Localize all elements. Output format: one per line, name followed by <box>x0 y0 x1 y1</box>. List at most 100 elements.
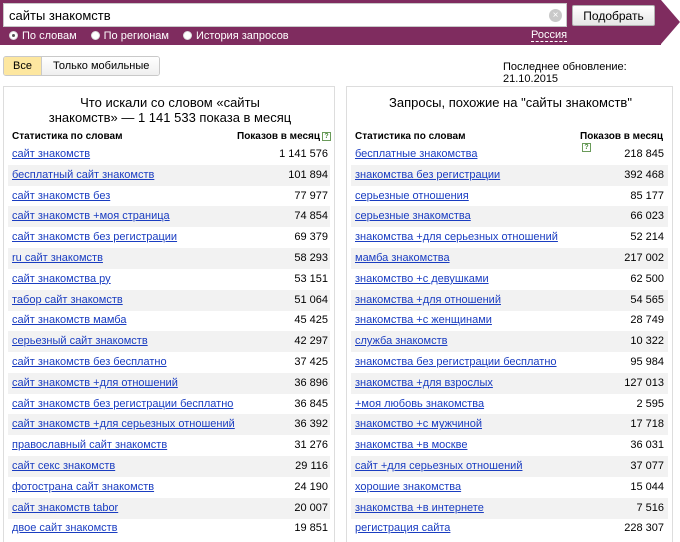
shows-count: 54 565 <box>630 293 664 306</box>
keyword-link[interactable]: сайт секс знакомств <box>12 460 115 472</box>
submit-button[interactable]: Подобрать <box>572 5 655 26</box>
table-row: серьезные отношения 85 177 <box>351 186 668 207</box>
keyword-link[interactable]: серьезные отношения <box>355 190 469 202</box>
keyword-link[interactable]: служба знакомств <box>355 335 447 347</box>
shows-count: 53 151 <box>294 272 328 285</box>
search-input[interactable] <box>9 7 539 24</box>
mode-history[interactable]: История запросов <box>183 30 289 42</box>
keyword-link[interactable]: серьезный сайт знакомств <box>12 335 148 347</box>
keyword-link[interactable]: сайт знакомств без <box>12 190 110 202</box>
similar-queries-panel: Запросы, похожие на "сайты знакомств" Ст… <box>346 86 673 542</box>
shows-count: 69 379 <box>294 231 328 244</box>
mode-by-words[interactable]: По словам <box>9 30 77 42</box>
table-row: ru сайт знакомств 58 293 <box>8 248 330 269</box>
keyword-link[interactable]: знакомства +для взрослых <box>355 377 493 389</box>
shows-count: 51 064 <box>294 293 328 306</box>
shows-count: 52 214 <box>630 231 664 244</box>
table-row: знакомства без регистрации 392 468 <box>351 164 668 186</box>
column-header-keyword: Статистика по словам <box>355 131 466 142</box>
shows-count: 17 718 <box>630 418 664 431</box>
keyword-link[interactable]: знакомство +с девушками <box>355 273 489 285</box>
shows-count: 36 896 <box>294 376 328 389</box>
table-row: табор сайт знакомств 51 064 <box>8 289 330 311</box>
table-row: знакомства без регистрации бесплатно 95 9… <box>351 352 668 373</box>
shows-count: 36 392 <box>294 418 328 431</box>
table-row: сайт знакомств +для отношений 36 896 <box>8 372 330 394</box>
column-header-label: Показов в месяц <box>580 131 664 142</box>
keyword-link[interactable]: знакомства без регистрации <box>355 169 500 181</box>
table-row: двое сайт знакомств 19 851 <box>8 518 330 539</box>
shows-count: 36 845 <box>294 397 328 410</box>
keyword-link[interactable]: знакомства +в москве <box>355 439 467 451</box>
shows-count: 10 322 <box>630 335 664 348</box>
table-row: знакомство +с девушками 62 500 <box>351 269 668 290</box>
keyword-link[interactable]: бесплатные знакомства <box>355 148 477 160</box>
shows-count: 218 845 <box>624 148 664 160</box>
panel-title-line: знакомств» — 1 141 533 показа в месяц <box>48 110 292 125</box>
table-row: служба знакомств 10 322 <box>351 331 668 353</box>
keyword-link[interactable]: сайт +для серьезных отношений <box>355 460 522 472</box>
shows-count: 2 595 <box>636 397 664 410</box>
keyword-link[interactable]: сайт знакомств без бесплатно <box>12 356 167 368</box>
keyword-link[interactable]: +моя любовь знакомства <box>355 398 484 410</box>
column-header-shows: Показов в месяц? <box>237 131 332 142</box>
column-header-label: Показов в месяц <box>237 131 321 142</box>
keyword-link[interactable]: бесплатный сайт знакомств <box>12 169 154 181</box>
mode-by-regions[interactable]: По регионам <box>90 30 169 42</box>
table-row: серьезные знакомства 66 023 <box>351 206 668 228</box>
words-panel: Что искали со словом «сайты знакомств» —… <box>3 86 335 542</box>
keyword-link[interactable]: знакомство +с мужчиной <box>355 418 482 430</box>
keyword-link[interactable]: православный сайт знакомств <box>12 439 167 451</box>
shows-count: 15 044 <box>630 480 664 493</box>
search-box: × <box>3 3 567 27</box>
shows-count: 62 500 <box>630 272 664 285</box>
keyword-link[interactable]: сайт знакомств мамба <box>12 314 126 326</box>
table-row: сайт знакомств +для серьезных отношений 3… <box>8 414 330 436</box>
region-link[interactable]: Россия <box>531 29 568 42</box>
shows-count: 45 425 <box>294 314 328 327</box>
keyword-link[interactable]: хорошие знакомства <box>355 481 461 493</box>
keyword-link[interactable]: знакомства +с женщинами <box>355 314 492 326</box>
table-row: мамба знакомства 217 002 <box>351 248 668 269</box>
table-row: регистрация сайта 228 307 <box>351 518 668 539</box>
table-row: сайт знакомств 1 141 576 <box>8 144 330 165</box>
keyword-link[interactable]: сайт знакомств без регистрации бесплатно <box>12 398 233 410</box>
shows-count: 29 116 <box>295 460 328 472</box>
keyword-link[interactable]: фотострана сайт знакомств <box>12 481 154 493</box>
keyword-link[interactable]: сайт знакомства ру <box>12 273 111 285</box>
keyword-link[interactable]: серьезные знакомства <box>355 210 471 222</box>
topbar-arrow <box>661 0 680 44</box>
keyword-link[interactable]: сайт знакомств +для серьезных отношений <box>12 418 235 430</box>
mode-selector: По словам По регионам История запросов <box>9 29 303 42</box>
mode-label: По словам <box>22 29 77 42</box>
keyword-link[interactable]: сайт знакомств +для отношений <box>12 377 178 389</box>
clear-icon[interactable]: × <box>549 9 562 22</box>
keyword-link[interactable]: мамба знакомства <box>355 252 450 264</box>
filter-mobile-button[interactable]: Только мобильные <box>41 57 160 75</box>
help-icon[interactable]: ? <box>322 132 332 141</box>
shows-count: 20 007 <box>294 501 328 514</box>
shows-count: 37 425 <box>294 356 328 368</box>
keyword-link[interactable]: ru сайт знакомств <box>12 252 103 264</box>
keyword-link[interactable]: сайт знакомств <box>12 148 90 160</box>
keyword-link[interactable]: сайт знакомств без регистрации <box>12 231 177 243</box>
keyword-link[interactable]: регистрация сайта <box>355 522 450 534</box>
radio-icon <box>183 31 192 40</box>
table-row: сайт знакомств tabor 20 007 <box>8 497 330 519</box>
last-update-text: Последнее обновление: 21.10.2015 <box>503 61 627 85</box>
keyword-link[interactable]: сайт знакомств tabor <box>12 502 118 514</box>
shows-count: 85 177 <box>630 189 664 202</box>
keyword-link[interactable]: знакомства +для серьезных отношений <box>355 231 558 243</box>
shows-count: 7 516 <box>636 501 664 514</box>
keyword-link[interactable]: знакомства +в интернете <box>355 502 484 514</box>
keyword-link[interactable]: знакомства без регистрации бесплатно <box>355 356 557 368</box>
table-row: сайт знакомств без 77 977 <box>8 186 330 207</box>
keyword-link[interactable]: табор сайт знакомств <box>12 294 123 306</box>
table-row: знакомства +для взрослых 127 013 <box>351 372 668 394</box>
keyword-link[interactable]: знакомства +для отношений <box>355 294 501 306</box>
table-row: знакомства +в интернете 7 516 <box>351 497 668 519</box>
keyword-link[interactable]: двое сайт знакомств <box>12 522 118 534</box>
device-filter: Все Только мобильные <box>3 56 161 76</box>
keyword-link[interactable]: сайт знакомств +моя страница <box>12 210 170 222</box>
filter-all-button[interactable]: Все <box>4 57 42 75</box>
